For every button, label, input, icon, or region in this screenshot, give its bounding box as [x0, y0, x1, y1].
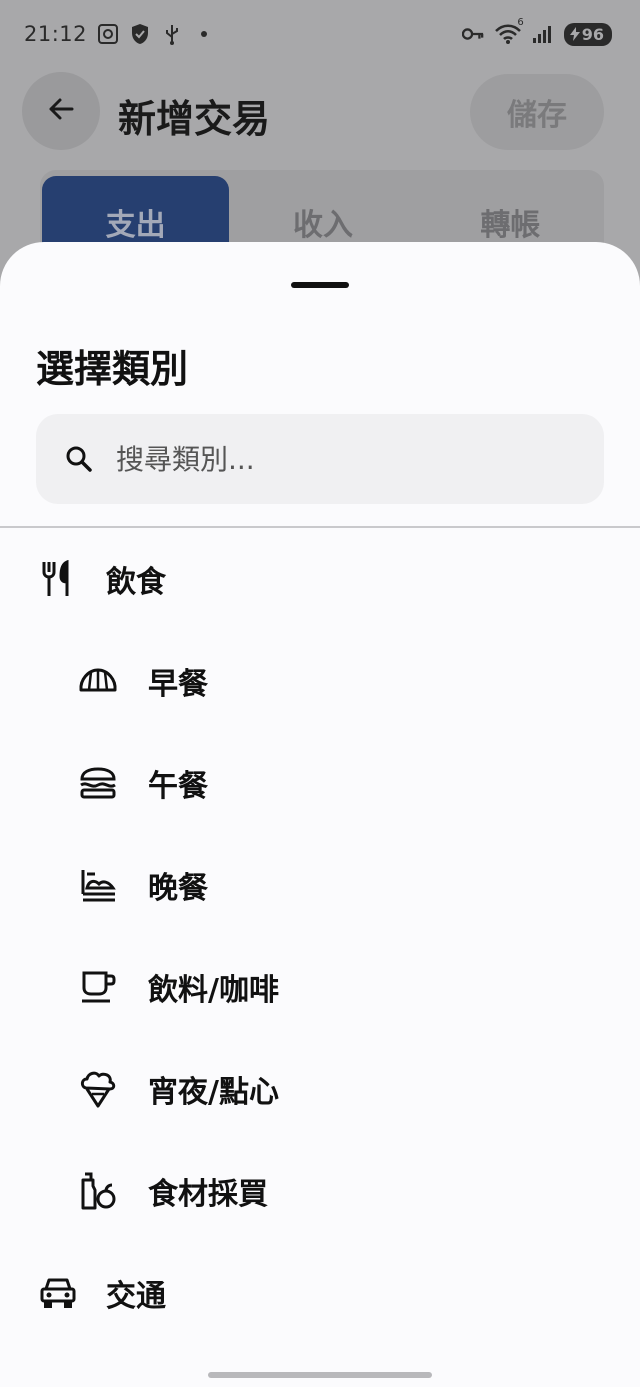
category-item-lunch[interactable]: 午餐 — [0, 732, 640, 834]
shield-icon — [129, 23, 151, 45]
croissant-icon — [78, 661, 118, 701]
category-item-transport[interactable]: 交通 — [0, 1242, 640, 1344]
back-button[interactable] — [22, 72, 100, 150]
search-box[interactable] — [36, 414, 604, 504]
category-item-drinks-coffee[interactable]: 飲料/咖啡 — [0, 936, 640, 1038]
sheet-title: 選擇類別 — [36, 347, 189, 391]
notification-dot — [201, 31, 208, 37]
category-label: 早餐 — [148, 667, 208, 702]
category-label: 飲食 — [106, 565, 166, 600]
category-item-food[interactable]: 飲食 — [0, 528, 640, 630]
arrow-left-icon — [46, 94, 76, 128]
page-title: 新增交易 — [118, 97, 271, 141]
screenshot-icon — [97, 23, 119, 45]
app-bar: 新增交易 儲存 — [0, 72, 640, 152]
drag-handle[interactable] — [291, 282, 349, 288]
category-item-late-snack[interactable]: 宵夜/點心 — [0, 1038, 640, 1140]
usb-icon — [161, 23, 183, 45]
signal-icon — [532, 23, 554, 45]
burger-icon — [78, 763, 118, 803]
status-time: 21:12 — [24, 22, 88, 46]
category-label: 午餐 — [148, 769, 208, 804]
category-list: 飲食 早餐 午餐 晚餐 飲料/咖啡 宵夜/點心 食材採買 交通 — [0, 528, 640, 1344]
category-label: 食材採買 — [148, 1177, 268, 1212]
status-bar: 21:12 6 96 — [0, 0, 640, 68]
search-icon — [64, 444, 94, 474]
coffee-cup-icon — [78, 967, 118, 1007]
utensils-icon — [38, 559, 78, 599]
wifi-icon: 6 — [494, 17, 524, 45]
home-indicator[interactable] — [208, 1372, 432, 1378]
background-screen: 21:12 6 96 新增交易 儲存 支出 收入 轉帳 — [0, 0, 640, 260]
wifi-badge: 6 — [517, 17, 524, 28]
category-label: 晚餐 — [148, 871, 208, 906]
search-input[interactable] — [116, 442, 556, 476]
battery-level: 96 — [581, 24, 604, 44]
category-bottom-sheet: 選擇類別 飲食 早餐 午餐 — [0, 242, 640, 1387]
dinner-icon — [78, 865, 118, 905]
category-item-breakfast[interactable]: 早餐 — [0, 630, 640, 732]
battery-icon: 96 — [563, 22, 612, 46]
category-label: 飲料/咖啡 — [148, 973, 279, 1008]
ice-cream-icon — [78, 1069, 118, 1109]
save-button[interactable]: 儲存 — [470, 74, 604, 150]
car-icon — [38, 1273, 78, 1313]
category-item-groceries[interactable]: 食材採買 — [0, 1140, 640, 1242]
key-icon — [461, 23, 484, 45]
category-label: 宵夜/點心 — [148, 1075, 279, 1110]
category-label: 交通 — [106, 1279, 166, 1314]
category-item-dinner[interactable]: 晚餐 — [0, 834, 640, 936]
groceries-icon — [78, 1171, 118, 1211]
